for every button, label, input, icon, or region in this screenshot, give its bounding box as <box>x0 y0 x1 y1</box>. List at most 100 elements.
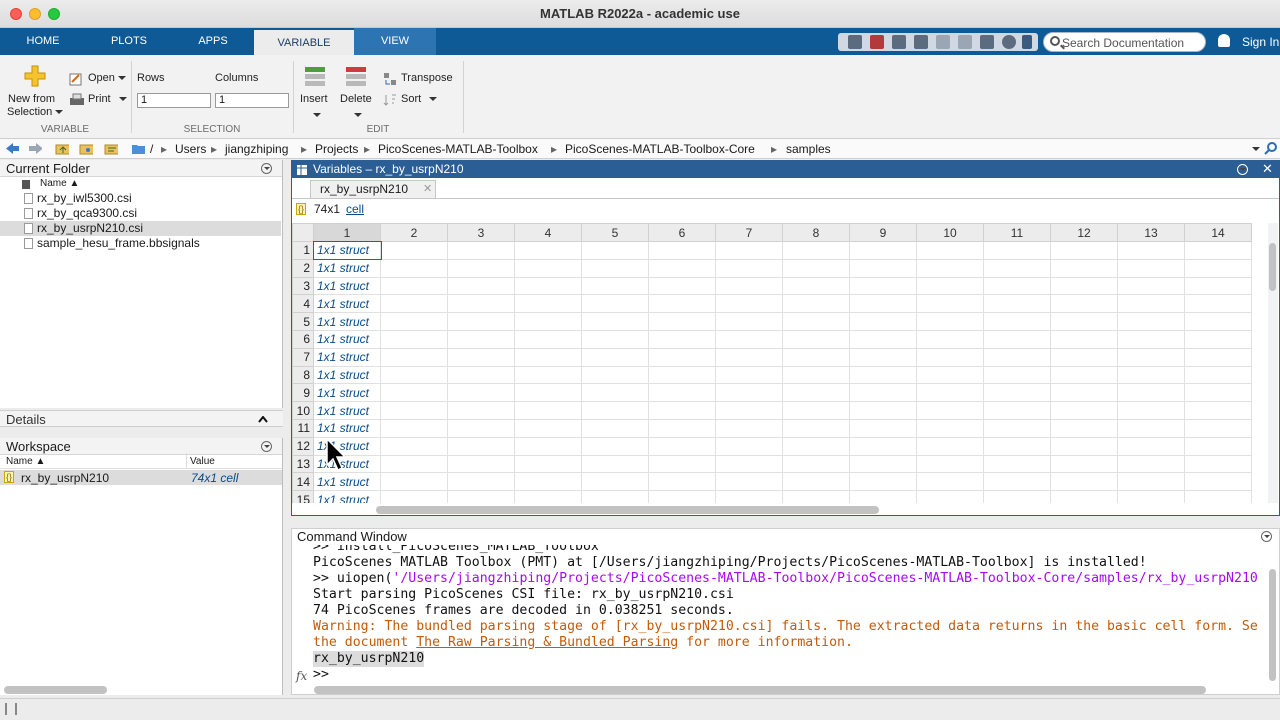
empty-cell[interactable] <box>648 454 716 474</box>
panel-actions-icon[interactable] <box>1237 164 1248 175</box>
close-tab-icon[interactable]: ✕ <box>423 182 432 195</box>
struct-cell[interactable]: 1x1 struct <box>313 329 381 349</box>
path-root[interactable]: / <box>150 142 153 156</box>
workspace-var-row[interactable]: {} rx_by_usrpN210 74x1 cell <box>0 470 282 485</box>
empty-cell[interactable] <box>715 329 783 349</box>
empty-cell[interactable] <box>1050 490 1118 503</box>
empty-cell[interactable] <box>782 294 850 314</box>
empty-cell[interactable] <box>514 329 582 349</box>
empty-cell[interactable] <box>1184 383 1252 403</box>
empty-cell[interactable] <box>715 472 783 492</box>
empty-cell[interactable] <box>447 312 515 331</box>
workspace-name-header[interactable]: Name ▲ <box>6 456 45 467</box>
row-header[interactable]: 7 <box>292 347 314 367</box>
empty-cell[interactable] <box>1184 365 1252 385</box>
empty-cell[interactable] <box>648 312 716 331</box>
empty-cell[interactable] <box>514 276 582 296</box>
empty-cell[interactable] <box>648 294 716 314</box>
struct-cell[interactable]: 1x1 struct <box>313 472 381 492</box>
insert-button[interactable]: Insert <box>298 63 334 119</box>
empty-cell[interactable] <box>380 401 448 420</box>
tab-home[interactable]: HOME <box>0 28 86 55</box>
empty-cell[interactable] <box>782 258 850 278</box>
empty-cell[interactable] <box>1184 329 1252 349</box>
empty-cell[interactable] <box>380 347 448 367</box>
empty-cell[interactable] <box>447 383 515 403</box>
empty-cell[interactable] <box>380 436 448 456</box>
struct-cell[interactable]: 1x1 struct <box>313 347 381 367</box>
empty-cell[interactable] <box>1184 401 1252 420</box>
empty-cell[interactable] <box>782 472 850 492</box>
panel-actions-icon[interactable] <box>261 163 272 174</box>
empty-cell[interactable] <box>1117 347 1185 367</box>
save-icon[interactable] <box>848 35 862 49</box>
struct-cell[interactable]: 1x1 struct <box>313 258 381 278</box>
empty-cell[interactable] <box>983 329 1051 349</box>
row-header[interactable]: 3 <box>292 276 314 296</box>
cmd-prompt[interactable]: >> <box>313 667 329 683</box>
empty-cell[interactable] <box>514 241 582 260</box>
empty-cell[interactable] <box>1117 294 1185 314</box>
empty-cell[interactable] <box>983 401 1051 420</box>
chevron-up-icon[interactable] <box>258 416 268 423</box>
empty-cell[interactable] <box>916 365 984 385</box>
switch-windows-icon[interactable] <box>980 35 994 49</box>
empty-cell[interactable] <box>1117 418 1185 438</box>
close-variables-icon[interactable]: ✕ <box>1262 161 1273 177</box>
struct-cell[interactable]: 1x1 struct <box>313 383 381 403</box>
paste-icon[interactable] <box>914 35 928 49</box>
empty-cell[interactable] <box>916 276 984 296</box>
empty-cell[interactable] <box>1117 312 1185 331</box>
empty-cell[interactable] <box>1117 258 1185 278</box>
empty-cell[interactable] <box>581 401 649 420</box>
empty-cell[interactable] <box>447 472 515 492</box>
empty-cell[interactable] <box>380 312 448 331</box>
empty-cell[interactable] <box>782 490 850 503</box>
empty-cell[interactable] <box>447 418 515 438</box>
empty-cell[interactable] <box>447 401 515 420</box>
empty-cell[interactable] <box>916 436 984 456</box>
empty-cell[interactable] <box>648 418 716 438</box>
notifications-bell-icon[interactable] <box>1218 34 1230 47</box>
empty-cell[interactable] <box>916 241 984 260</box>
name-column-header[interactable]: Name ▲ <box>0 177 282 191</box>
empty-cell[interactable] <box>581 294 649 314</box>
empty-cell[interactable] <box>514 436 582 456</box>
class-link[interactable]: cell <box>346 202 364 216</box>
struct-cell[interactable]: 1x1 struct <box>313 294 381 314</box>
empty-cell[interactable] <box>1117 276 1185 296</box>
empty-cell[interactable] <box>380 454 448 474</box>
empty-cell[interactable] <box>581 490 649 503</box>
path-dropdown-icon[interactable] <box>1252 147 1260 151</box>
empty-cell[interactable] <box>581 454 649 474</box>
column-header[interactable]: 4 <box>514 223 582 242</box>
empty-cell[interactable] <box>782 347 850 367</box>
empty-cell[interactable] <box>514 294 582 314</box>
delete-button[interactable]: Delete <box>338 63 374 119</box>
column-header[interactable]: 3 <box>447 223 515 242</box>
empty-cell[interactable] <box>1184 472 1252 492</box>
empty-cell[interactable] <box>581 347 649 367</box>
grid-horizontal-scrollbar[interactable] <box>376 506 879 514</box>
empty-cell[interactable] <box>648 276 716 296</box>
empty-cell[interactable] <box>648 347 716 367</box>
empty-cell[interactable] <box>380 329 448 349</box>
empty-cell[interactable] <box>1117 241 1185 260</box>
empty-cell[interactable] <box>1050 472 1118 492</box>
column-header[interactable]: 5 <box>581 223 649 242</box>
empty-cell[interactable] <box>983 347 1051 367</box>
empty-cell[interactable] <box>916 329 984 349</box>
empty-cell[interactable] <box>648 472 716 492</box>
row-header[interactable]: 10 <box>292 401 314 420</box>
empty-cell[interactable] <box>1184 454 1252 474</box>
row-header[interactable]: 12 <box>292 436 314 456</box>
panel-actions-icon[interactable] <box>1261 531 1272 542</box>
columns-input[interactable]: 1 <box>215 93 289 108</box>
column-header[interactable]: 1 <box>313 223 381 242</box>
empty-cell[interactable] <box>782 365 850 385</box>
empty-cell[interactable] <box>581 472 649 492</box>
empty-cell[interactable] <box>1050 276 1118 296</box>
struct-cell[interactable]: 1x1 struct <box>312 240 382 261</box>
empty-cell[interactable] <box>581 383 649 403</box>
empty-cell[interactable] <box>380 490 448 503</box>
